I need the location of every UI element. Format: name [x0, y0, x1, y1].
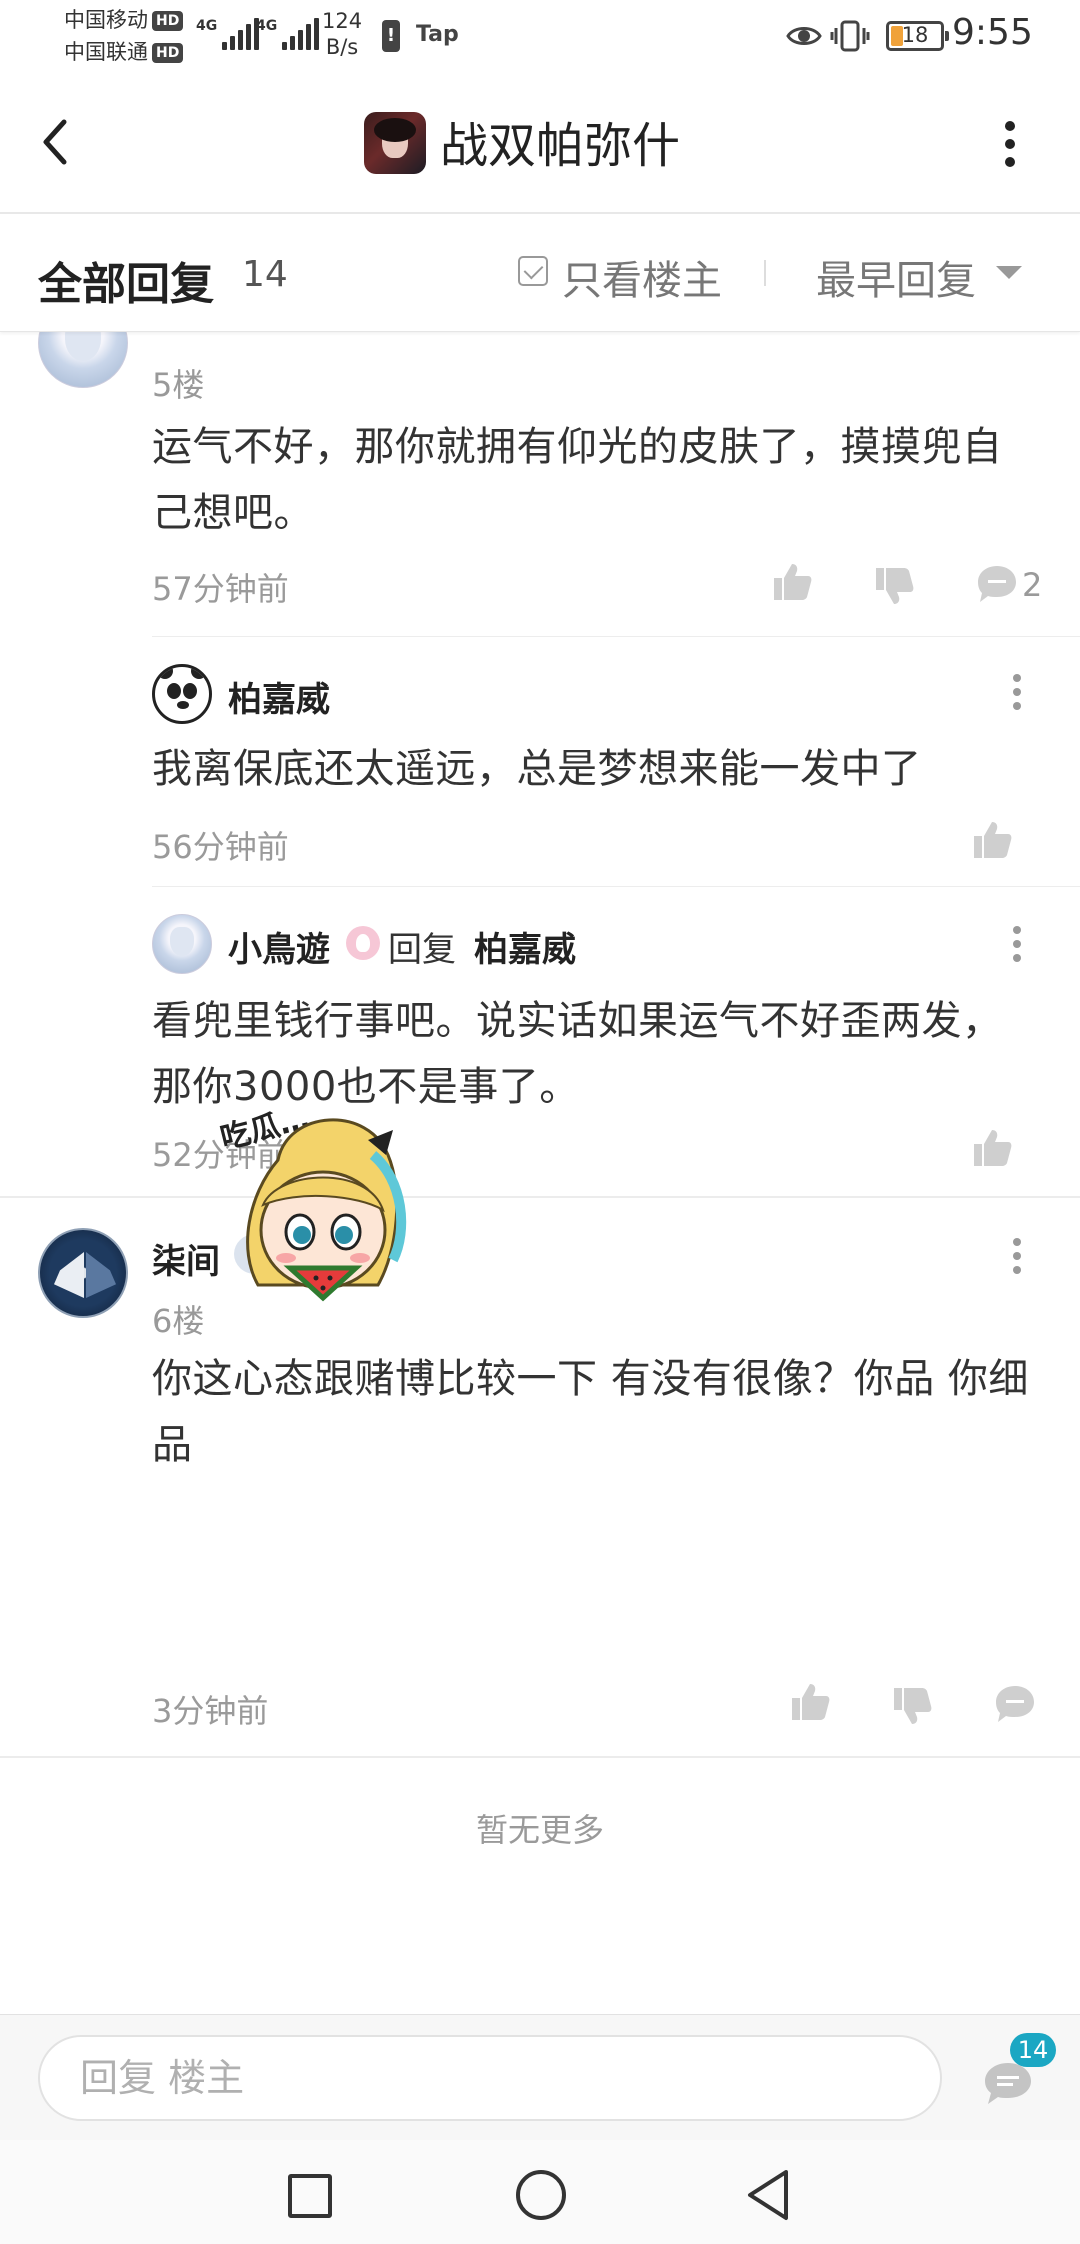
dislike-icon[interactable] — [890, 1684, 934, 1728]
replies-header: 全部回复 14 只看楼主 最早回复 — [0, 214, 1080, 332]
chevron-down-icon[interactable] — [996, 266, 1022, 279]
only-op-label[interactable]: 只看楼主 — [562, 248, 722, 306]
reply-input[interactable]: 回复 楼主 — [38, 2035, 942, 2121]
comment-count-badge: 14 — [1010, 2033, 1056, 2067]
divider — [152, 636, 1080, 637]
like-icon[interactable] — [970, 818, 1014, 862]
recent-apps-icon[interactable] — [288, 2174, 332, 2218]
post-time: 57分钟前 — [152, 570, 289, 608]
clock: 9:55 — [952, 12, 1033, 53]
tap-notification-icon: Tap — [416, 22, 459, 47]
post-text[interactable]: 你这心态跟赌博比较一下 有没有很像？你品 你细品 — [152, 1346, 1042, 1478]
back-triangle-icon[interactable] — [744, 2168, 792, 2222]
post-text[interactable]: 运气不好，那你就拥有仰光的皮肤了，摸摸兜自己想吧。 — [152, 414, 1032, 546]
author-name[interactable]: 柏嘉威 — [228, 672, 330, 721]
author-name[interactable]: 小鳥遊 — [228, 922, 330, 971]
no-more-label: 暂无更多 — [475, 1811, 604, 1849]
comment-count: 2 — [1022, 566, 1043, 604]
avatar[interactable] — [38, 1228, 128, 1318]
home-icon[interactable] — [516, 2170, 566, 2220]
divider — [152, 886, 1080, 887]
author-name[interactable]: 柒间 — [152, 1234, 220, 1283]
top-nav-bar: 战双帕弥什 — [0, 72, 1080, 214]
like-icon[interactable] — [770, 560, 814, 604]
comment-icon[interactable] — [976, 564, 1018, 604]
battery-icon: 18 — [886, 21, 949, 51]
vibrate-icon — [830, 20, 870, 52]
reply-label: 回复 — [388, 930, 456, 970]
reply-to-name[interactable]: 柏嘉威 — [474, 922, 576, 971]
watermelon-girl-sticker[interactable]: 吃瓜… — [218, 1100, 418, 1315]
avatar[interactable] — [152, 664, 212, 724]
floor-number: 6楼 — [152, 1302, 205, 1340]
user-badge-icon — [346, 926, 380, 960]
more-options-icon[interactable] — [1012, 674, 1022, 714]
page-title: 战双帕弥什 — [440, 118, 681, 174]
more-options-icon[interactable] — [996, 120, 1024, 168]
reply-bar: 回复 楼主 14 — [0, 2014, 1080, 2140]
more-options-icon[interactable] — [1012, 1238, 1022, 1278]
comment-icon[interactable] — [994, 1684, 1036, 1724]
game-icon[interactable] — [364, 112, 426, 174]
reply-count: 14 — [242, 254, 288, 295]
battery-warning-icon: ! — [382, 20, 400, 52]
reply-time: 56分钟前 — [152, 828, 289, 866]
reply-text[interactable]: 我离保底还太遥远，总是梦想来能一发中了 — [152, 736, 1032, 802]
carrier-2: 中国联通 HD — [64, 38, 184, 66]
signal-icon-1: 4G — [196, 18, 260, 50]
back-arrow-icon[interactable] — [34, 112, 74, 172]
avatar[interactable] — [152, 914, 212, 974]
status-bar: 中国移动 HD 中国联通 HD 4G 4G 124 B/s ! Tap 18 9:55 — [0, 0, 1080, 72]
divider — [764, 260, 766, 286]
sort-dropdown[interactable]: 最早回复 — [816, 248, 976, 306]
network-speed: 124 B/s — [322, 9, 363, 59]
eye-comfort-icon — [786, 27, 822, 45]
system-nav-bar — [0, 2140, 1080, 2244]
more-options-icon[interactable] — [1012, 926, 1022, 966]
all-replies-title: 全部回复 — [38, 259, 214, 310]
like-icon[interactable] — [970, 1126, 1014, 1170]
only-op-checkbox[interactable] — [518, 256, 548, 286]
signal-icon-2: 4G — [256, 18, 320, 50]
floor-number: 5楼 — [152, 366, 205, 404]
divider — [0, 1756, 1080, 1758]
carrier-1: 中国移动 HD — [64, 6, 184, 34]
divider — [0, 1196, 1080, 1198]
dislike-icon[interactable] — [872, 564, 916, 608]
like-icon[interactable] — [788, 1680, 832, 1724]
post-time: 3分钟前 — [152, 1692, 269, 1730]
